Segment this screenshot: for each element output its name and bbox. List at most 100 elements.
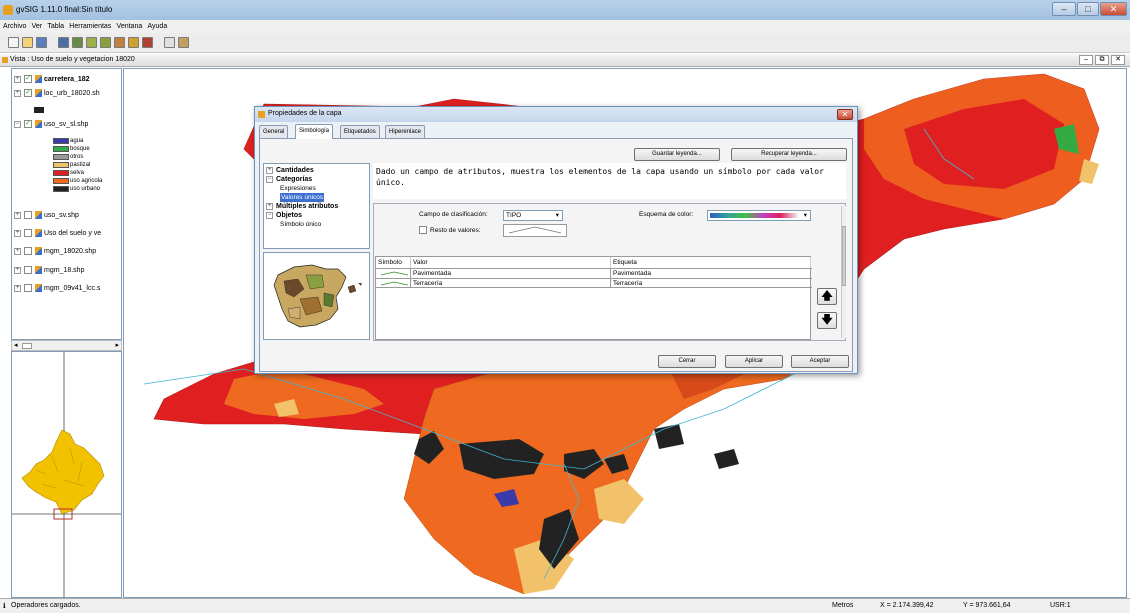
toc-layer[interactable]: + Uso del suelo y ve [14, 229, 101, 239]
toc-layer[interactable]: + mgm_18020.shp [14, 247, 96, 257]
table-row[interactable]: Pavimentada Pavimentada [376, 268, 812, 278]
layer-name: uso_sv_sl.shp [44, 121, 89, 128]
layer-checkbox[interactable] [24, 247, 32, 256]
apply-button[interactable]: Aplicar [725, 355, 783, 368]
save-icon[interactable] [36, 37, 47, 48]
toc-layer[interactable]: + ✓ carretera_182 [14, 75, 90, 85]
label-cell[interactable]: Terracería [611, 279, 811, 288]
menu-ventana[interactable]: Ventana [117, 20, 143, 33]
new-icon[interactable] [8, 37, 19, 48]
tab-hiperenlace[interactable]: Hiperenlace [385, 125, 426, 138]
view-close-button[interactable]: ✕ [1111, 55, 1125, 65]
tab-simbologia[interactable]: Simbología [295, 124, 334, 139]
add-layer-icon[interactable] [72, 37, 83, 48]
scroll-left-icon[interactable]: ◂ [14, 341, 18, 349]
color-scheme-select[interactable]: ▾ [707, 210, 811, 221]
scroll-right-icon[interactable]: ▸ [115, 341, 119, 349]
tree-node-objetos[interactable]: − Objetos [266, 211, 302, 220]
dialog-close-button[interactable]: ✕ [837, 109, 853, 120]
column-header-simbolo[interactable]: Símbolo [376, 257, 411, 268]
layer-name: loc_urb_18020.sh [44, 90, 100, 97]
layer-icon [35, 75, 42, 84]
toc-horizontal-scrollbar[interactable]: ◂ ▸ [11, 340, 122, 351]
layer-icon[interactable] [86, 37, 97, 48]
toc-layer[interactable]: + mgm_09v41_lcc.s [14, 284, 100, 294]
layer-checkbox[interactable] [24, 266, 32, 275]
symbol-cell[interactable] [376, 269, 411, 278]
save-legend-button[interactable]: Guardar leyenda... [634, 148, 720, 161]
move-up-button[interactable]: 🡅 [817, 288, 837, 305]
column-header-valor[interactable]: Valor [411, 257, 611, 268]
tree-node-valores-unicos[interactable]: Valores únicos [280, 193, 325, 202]
tree-node-expresiones[interactable]: Expresiones [280, 184, 316, 193]
table-icon[interactable] [114, 37, 125, 48]
tree-node-cantidades[interactable]: + Cantidades [266, 166, 314, 175]
close-button[interactable]: ✕ [1100, 2, 1127, 16]
symbol-cell[interactable] [376, 279, 411, 288]
accept-button[interactable]: Aceptar [791, 355, 849, 368]
y-coordinate: Y = 973.661,64 [963, 602, 1011, 609]
menu-tabla[interactable]: Tabla [47, 20, 64, 33]
layer-name: carretera_182 [44, 76, 90, 83]
legend-item: agua [53, 137, 83, 145]
rest-symbol-button[interactable] [503, 224, 567, 237]
hammer-icon[interactable] [178, 37, 189, 48]
layer-icon [35, 284, 42, 293]
tool-icon[interactable] [142, 37, 153, 48]
crs-label: USR:1 [1050, 602, 1071, 609]
label-cell[interactable]: Pavimentada [611, 269, 811, 278]
move-down-button[interactable]: 🡇 [817, 312, 837, 329]
table-row[interactable]: Terracería Terracería [376, 278, 812, 288]
overview-map-canvas [12, 352, 121, 597]
dialog-title: Propiedades de la capa [268, 110, 342, 117]
config-scrollbar[interactable] [841, 206, 846, 338]
close-dialog-button[interactable]: Cerrar [658, 355, 716, 368]
layer-checkbox[interactable]: ✓ [24, 120, 32, 129]
menu-herramientas[interactable]: Herramientas [69, 20, 111, 33]
maximize-button[interactable]: □ [1077, 2, 1099, 16]
menu-ayuda[interactable]: Ayuda [147, 20, 167, 33]
toc-layer[interactable]: − ✓ uso_sv_sl.shp [14, 120, 88, 130]
toc-layer[interactable]: + uso_sv.shp [14, 211, 79, 221]
layer-checkbox[interactable]: ✓ [24, 75, 32, 84]
tree-node-categorias[interactable]: − Categorías [266, 175, 312, 184]
toc-layer[interactable]: + ✓ loc_urb_18020.sh [14, 89, 100, 99]
layer-checkbox[interactable] [24, 229, 32, 238]
legend-item: otros [53, 153, 83, 161]
tab-general[interactable]: General [259, 125, 289, 138]
view-icon[interactable] [58, 37, 69, 48]
layer-checkbox[interactable] [24, 284, 32, 293]
x-coordinate: X = 2.174.399,42 [880, 602, 934, 609]
tab-etiquetados[interactable]: Etiquetados [340, 125, 380, 138]
menu-archivo[interactable]: Archivo [3, 20, 26, 33]
minimize-button[interactable]: – [1052, 2, 1076, 16]
view-title: Vista : Uso de suelo y vegetacion 18020 [10, 56, 135, 63]
scroll-thumb[interactable] [842, 226, 846, 286]
value-cell[interactable]: Pavimentada [411, 269, 611, 278]
layer-symbol [34, 107, 44, 113]
overview-map[interactable] [11, 351, 122, 598]
value-cell[interactable]: Terracería [411, 279, 611, 288]
rest-values-checkbox[interactable] [419, 226, 427, 235]
menu-ver[interactable]: Ver [32, 20, 43, 33]
field-select[interactable]: TIPO ▾ [503, 210, 563, 221]
scroll-thumb[interactable] [22, 343, 32, 349]
toc-layer[interactable]: + mgm_18.shp [14, 266, 84, 276]
layer-icon [35, 229, 42, 238]
layer-checkbox[interactable]: ✓ [24, 89, 32, 98]
load-legend-button[interactable]: Recuperar leyenda... [731, 148, 847, 161]
open-icon[interactable] [22, 37, 33, 48]
view-minimize-button[interactable]: – [1079, 55, 1093, 65]
map-region-urbano [714, 449, 739, 469]
column-header-etiqueta[interactable]: Etiqueta [611, 257, 811, 268]
layer-name: mgm_18020.shp [44, 248, 97, 255]
view-window-bar: Vista : Uso de suelo y vegetacion 18020 … [0, 54, 1130, 67]
rest-values-option[interactable]: Resto de valores: [419, 226, 481, 236]
layer-props-icon[interactable] [100, 37, 111, 48]
grid-icon[interactable] [164, 37, 175, 48]
tree-node-multiples[interactable]: + Múltiples atributos [266, 202, 338, 211]
tree-node-simbolo-unico[interactable]: Símbolo único [280, 220, 321, 229]
view-maximize-button[interactable]: ⧉ [1095, 55, 1109, 65]
layer-checkbox[interactable] [24, 211, 32, 220]
edit-icon[interactable] [128, 37, 139, 48]
